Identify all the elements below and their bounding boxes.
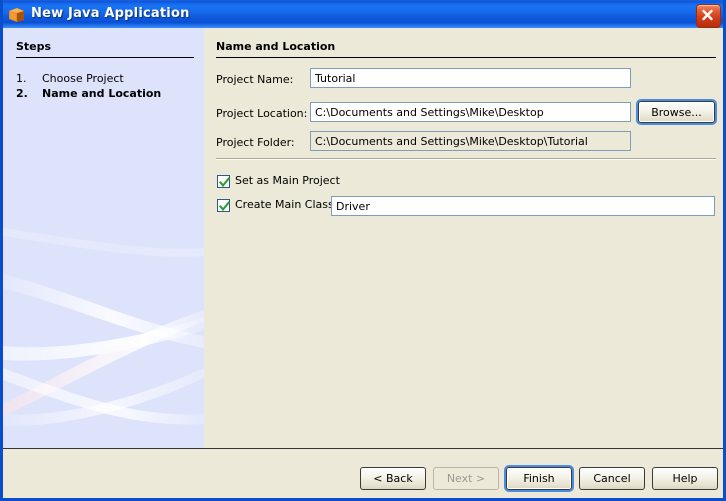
steps-heading: Steps (16, 40, 52, 53)
project-location-label: Project Location: (216, 107, 308, 120)
options-divider (216, 158, 716, 160)
main-class-input[interactable]: Driver (331, 196, 715, 216)
steps-sidebar: Steps 1. Choose Project 2. Name and Loca… (3, 28, 204, 448)
window-title: New Java Application (31, 6, 190, 21)
step-label: Choose Project (42, 72, 124, 85)
create-main-class-checkbox[interactable] (217, 199, 230, 212)
close-button[interactable] (696, 4, 721, 28)
set-as-main-project-label: Set as Main Project (235, 174, 340, 187)
java-cube-icon (8, 7, 25, 23)
dialog-button-bar: < Back Next > Finish Cancel Help (3, 449, 723, 498)
new-java-application-dialog: New Java Application Steps 1. Choose Pro… (0, 0, 726, 501)
name-and-location-panel: Name and Location Project Name: Tutorial… (204, 28, 723, 448)
title-bar: New Java Application (3, 0, 723, 28)
project-location-input[interactable]: C:\Documents and Settings\Mike\Desktop (310, 102, 631, 122)
sidebar-decoration (3, 228, 204, 427)
browse-button[interactable]: Browse... (638, 101, 715, 123)
back-button[interactable]: < Back (360, 467, 426, 490)
step-number: 2. (16, 87, 28, 100)
steps-divider (16, 57, 194, 58)
project-name-label: Project Name: (216, 73, 294, 86)
create-main-class-label: Create Main Class (235, 198, 334, 211)
page-title: Name and Location (216, 40, 336, 53)
help-button[interactable]: Help (652, 467, 718, 490)
project-name-input[interactable]: Tutorial (310, 68, 631, 88)
project-folder-value: C:\Documents and Settings\Mike\Desktop\T… (310, 131, 631, 151)
project-folder-label: Project Folder: (216, 136, 295, 149)
cancel-button[interactable]: Cancel (579, 467, 645, 490)
set-as-main-project-checkbox[interactable] (217, 175, 230, 188)
finish-button[interactable]: Finish (506, 467, 572, 490)
step-number: 1. (16, 72, 27, 85)
next-button: Next > (433, 467, 499, 490)
page-title-divider (216, 57, 716, 58)
step-label: Name and Location (42, 87, 162, 100)
